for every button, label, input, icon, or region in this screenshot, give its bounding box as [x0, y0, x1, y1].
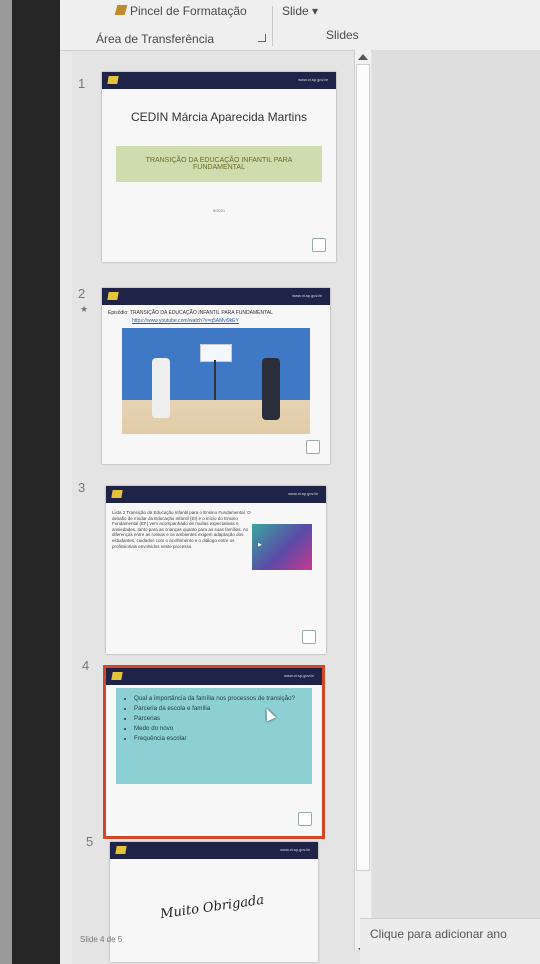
monitor-bezel	[0, 0, 12, 964]
interview-photo	[122, 328, 310, 434]
slide-editor-area[interactable]	[372, 50, 540, 964]
slide-header-bar: www.ct.sp.gov.br	[102, 72, 336, 89]
slide-thumbnail-2[interactable]: www.ct.sp.gov.br Episódio: TRANSIÇÃO DA …	[102, 288, 330, 464]
slide-header-bar: www.ct.sp.gov.br	[102, 288, 330, 305]
slide-url: www.ct.sp.gov.br	[298, 77, 328, 82]
list-item: Medo do novo	[134, 724, 295, 734]
institution-logo-icon	[306, 440, 320, 454]
slide-menu-button[interactable]: Slide ▾	[282, 4, 318, 18]
logo-icon	[111, 672, 123, 680]
slide-url: www.ct.sp.gov.br	[280, 847, 310, 852]
ribbon: Pincel de Formatação Slide ▾ Área de Tra…	[60, 0, 540, 51]
slide-title: CEDIN Márcia Aparecida Martins	[130, 110, 308, 124]
slide-url: www.ct.sp.gov.br	[292, 293, 322, 298]
slide-header-bar: www.ct.sp.gov.br	[110, 842, 318, 859]
bullet-box: Qual a importância da família nos proces…	[116, 688, 312, 784]
video-link[interactable]: https://www.youtube.com/watch?v=q5AMvi9k…	[132, 318, 316, 324]
paintbrush-icon	[114, 5, 128, 15]
slide-body-text: Lista 2 Transição da Educação Infantil p…	[112, 510, 251, 549]
thank-you-script: Muito Obrigada	[159, 892, 265, 923]
format-painter-button[interactable]: Pincel de Formatação	[114, 4, 247, 18]
scroll-up-arrow-icon[interactable]	[358, 54, 368, 60]
monitor-frame	[12, 0, 62, 964]
slide-banner: TRANSIÇÃO DA EDUCAÇÃO INFANTIL PARA FUND…	[116, 146, 322, 182]
notes-pane[interactable]: Clique para adicionar ano	[360, 918, 540, 964]
slide-header-bar: www.ct.sp.gov.br	[106, 668, 322, 685]
video-thumbnail-image: ▶	[252, 524, 312, 570]
slide-text: Episódio: TRANSIÇÃO DA EDUCAÇÃO INFANTIL…	[108, 310, 273, 316]
easel-board	[200, 344, 232, 362]
institution-logo-icon	[298, 812, 312, 826]
powerpoint-window: Pincel de Formatação Slide ▾ Área de Tra…	[60, 0, 540, 964]
slide-url: www.ct.sp.gov.br	[284, 673, 314, 678]
list-item: Qual a importância da família nos proces…	[134, 694, 295, 704]
slides-group-label: Slides	[326, 28, 359, 42]
slide-date: 5/2021	[212, 208, 226, 213]
easel-stand	[214, 360, 216, 400]
group-divider	[272, 6, 273, 46]
person-left	[152, 358, 170, 418]
list-item: Frequência escolar	[134, 734, 295, 744]
slide-count-status: Slide 4 de 5	[80, 935, 123, 944]
slide-number: 4	[82, 658, 90, 673]
slide-number: 2	[78, 286, 86, 301]
slide-thumbnail-5[interactable]: www.ct.sp.gov.br Muito Obrigada	[110, 842, 318, 962]
dialog-launcher-icon[interactable]	[258, 34, 266, 42]
logo-icon	[107, 292, 119, 300]
slide-number: 1	[78, 76, 86, 91]
slide-number: 5	[86, 834, 94, 849]
logo-icon	[107, 76, 119, 84]
notes-placeholder[interactable]: Clique para adicionar ano	[370, 927, 507, 941]
slide-url: www.ct.sp.gov.br	[288, 491, 318, 496]
logo-icon	[115, 846, 127, 854]
slide-number: 3	[78, 480, 86, 495]
slide-thumbnail-4-selected[interactable]: www.ct.sp.gov.br Qual a importância da f…	[103, 665, 325, 839]
clipboard-group-label: Área de Transferência	[96, 32, 215, 46]
institution-logo-icon	[302, 630, 316, 644]
person-right	[262, 358, 280, 420]
slide-thumbnail-3[interactable]: www.ct.sp.gov.br Lista 2 Transição da Ed…	[106, 486, 326, 654]
slide-header-bar: www.ct.sp.gov.br	[106, 486, 326, 503]
institution-logo-icon	[312, 238, 326, 252]
slide-thumbnail-1[interactable]: www.ct.sp.gov.br CEDIN Márcia Aparecida …	[102, 72, 336, 262]
scrollbar-thumb[interactable]	[356, 64, 370, 871]
transition-marker-icon: ★	[80, 304, 89, 314]
logo-icon	[111, 490, 123, 498]
play-label: ▶	[258, 542, 262, 548]
